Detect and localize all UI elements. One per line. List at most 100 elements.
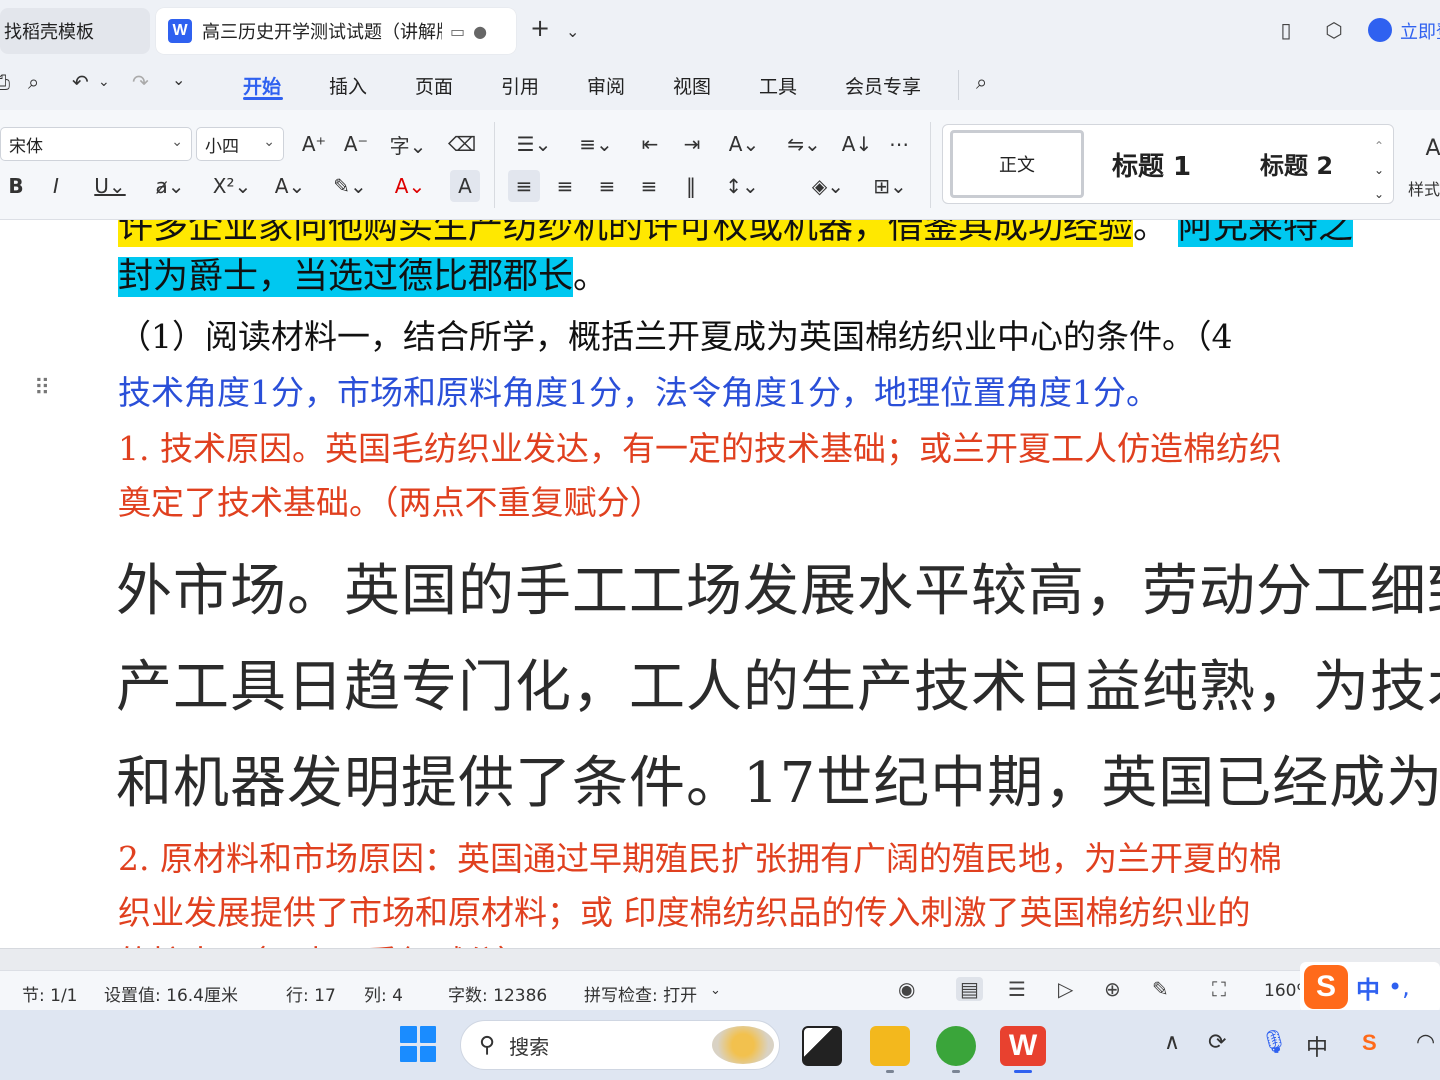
menu-home[interactable]: 开始 <box>243 72 281 99</box>
line-spacing-icon[interactable]: ↕⌄ <box>718 170 766 202</box>
tab-list-chevron-icon[interactable]: ⌄ <box>566 22 579 41</box>
grow-font-icon[interactable]: A⁺ <box>300 128 328 160</box>
highlight-icon[interactable]: ✎⌄ <box>326 170 374 202</box>
style-pane-icon[interactable]: A <box>1425 132 1440 164</box>
font-size-select[interactable]: 小四 ⌄ <box>196 127 284 161</box>
wps-office-icon[interactable]: W <box>1000 1026 1046 1066</box>
ime-mode[interactable]: 中 <box>1356 970 1380 1005</box>
menu-divider <box>958 70 959 100</box>
page-view-icon[interactable]: ▤ <box>956 977 983 1001</box>
shading-icon[interactable]: ◈⌄ <box>804 170 852 202</box>
tab-document[interactable]: W 高三历史开学测试试题（讲解版 ▭ ● <box>156 8 516 54</box>
styles-label[interactable]: 样式 <box>1408 176 1440 200</box>
monitor-icon[interactable]: ▭ <box>450 22 465 41</box>
status-word-count[interactable]: 字数: 12386 <box>448 981 547 1006</box>
sogou-logo-icon[interactable]: S <box>1304 965 1348 1009</box>
outline-view-icon[interactable]: ☰ <box>1008 977 1026 1001</box>
italic-icon[interactable]: I <box>44 170 68 202</box>
unsaved-dot-icon[interactable]: ● <box>473 22 487 41</box>
desktop-app-icon[interactable] <box>802 1026 842 1066</box>
show-marks-icon[interactable]: ⋯ <box>884 128 914 160</box>
menu-page[interactable]: 页面 <box>415 72 453 99</box>
user-avatar-icon[interactable] <box>1368 18 1392 42</box>
status-setting[interactable]: 设置值: 16.4厘米 <box>104 981 238 1006</box>
windows-start-icon[interactable] <box>400 1026 436 1062</box>
align-right-icon[interactable]: ≡ <box>592 170 622 202</box>
sync-icon[interactable]: ⟳ <box>1208 1030 1226 1055</box>
tray-overflow-icon[interactable]: ∧ <box>1164 1030 1180 1055</box>
justify-icon[interactable]: ≡ <box>634 170 664 202</box>
status-spellcheck[interactable]: 拼写检查: 打开 <box>584 981 697 1006</box>
align-left-icon[interactable]: ≡ <box>508 170 540 202</box>
ime-punct[interactable]: •, <box>1388 973 1410 1001</box>
clear-format-icon[interactable]: ⌫ <box>448 128 476 160</box>
tab-templates[interactable]: 找稻壳模板 <box>0 8 150 54</box>
undo-icon[interactable]: ↶ <box>72 70 89 94</box>
microphone-icon[interactable]: 🎙 <box>1260 1030 1288 1055</box>
numbered-list-icon[interactable]: ≡⌄ <box>574 128 618 160</box>
styles-expand-icon[interactable]: ⌄ <box>1372 178 1386 210</box>
wifi-icon[interactable]: ◠ <box>1416 1030 1435 1055</box>
text-effect-icon[interactable]: A⌄ <box>268 170 312 202</box>
paragraph-drag-handle-icon[interactable]: ⠿ <box>34 376 50 401</box>
style-heading-1[interactable]: 标题 1 <box>1112 146 1191 183</box>
menu-view[interactable]: 视图 <box>673 72 711 99</box>
underline-icon[interactable]: U⌄ <box>88 170 132 202</box>
borders-icon[interactable]: ⊞⌄ <box>866 170 914 202</box>
search-icon[interactable]: ⌕ <box>976 70 987 94</box>
menu-reference[interactable]: 引用 <box>501 72 539 99</box>
sogou-tray-icon[interactable]: S <box>1362 1030 1377 1056</box>
distribute-icon[interactable]: ‖ <box>676 170 706 202</box>
increase-indent-icon[interactable]: ⇥ <box>678 128 706 160</box>
chevron-down-icon[interactable]: ⌄ <box>710 983 721 998</box>
pen-icon[interactable]: ✎ <box>1152 977 1169 1001</box>
font-color-icon[interactable]: A⌄ <box>388 170 432 202</box>
style-heading-2[interactable]: 标题 2 <box>1260 146 1333 181</box>
file-explorer-icon[interactable] <box>870 1026 910 1066</box>
phonetic-guide-icon[interactable]: 字⌄ <box>386 128 430 160</box>
browser-icon[interactable] <box>936 1026 976 1066</box>
bidi-icon[interactable]: ⇋⌄ <box>782 128 826 160</box>
style-normal[interactable]: 正文 <box>950 130 1084 198</box>
ribbon-divider <box>930 122 931 208</box>
login-link[interactable]: 立即登录 <box>1400 18 1440 44</box>
cube-icon[interactable]: ⬡ <box>1320 16 1348 44</box>
embedded-text-image[interactable]: 外市场。英国的手工工场发展水平较高，劳动分工细致， 产工具日趋专门化，工人的生产… <box>112 536 1440 826</box>
more-chevron-icon[interactable]: ⌄ <box>172 70 185 89</box>
new-tab-button[interactable]: + <box>530 14 550 42</box>
print-preview-icon[interactable]: ⌕ <box>28 70 39 94</box>
sort-icon[interactable]: A↓ <box>842 128 872 160</box>
status-row[interactable]: 行: 17 <box>286 981 336 1006</box>
layout-toggle-icon[interactable]: ▯ <box>1272 16 1300 44</box>
fit-screen-icon[interactable]: ⛶ <box>1212 977 1226 1001</box>
web-view-icon[interactable]: ⊕ <box>1104 977 1121 1001</box>
redo-icon[interactable]: ↷ <box>132 70 149 94</box>
print-icon[interactable]: ⎙ <box>0 70 10 94</box>
menu-insert[interactable]: 插入 <box>329 72 367 99</box>
horizontal-scrollbar[interactable] <box>0 948 1440 970</box>
document-canvas[interactable]: 许多企业家向他购买生产纺纱机的许可权或机器，借鉴其成功经验。 阿克莱特之 封为爵士… <box>0 220 1440 948</box>
tray-ime-mode[interactable]: 中 <box>1306 1030 1328 1062</box>
search-highlight-icon <box>712 1026 774 1064</box>
decrease-indent-icon[interactable]: ⇤ <box>636 128 664 160</box>
status-col[interactable]: 列: 4 <box>364 981 403 1006</box>
ime-toolbar[interactable]: S 中 •, <box>1300 962 1440 1012</box>
strikethrough-icon[interactable]: ⱥ⌄ <box>148 170 192 202</box>
shrink-font-icon[interactable]: A⁻ <box>342 128 370 160</box>
menu-tools[interactable]: 工具 <box>759 72 797 99</box>
text-direction-icon[interactable]: A⌄ <box>720 128 768 160</box>
eye-protection-icon[interactable]: ◉ <box>898 977 915 1001</box>
status-bar: 节: 1/1 设置值: 16.4厘米 行: 17 列: 4 字数: 12386 … <box>0 970 1440 1010</box>
menu-member[interactable]: 会员专享 <box>845 72 921 99</box>
undo-chevron-icon[interactable]: ⌄ <box>98 74 110 90</box>
play-icon[interactable]: ▷ <box>1058 977 1073 1001</box>
bold-icon[interactable]: B <box>4 170 28 202</box>
font-name-select[interactable]: 宋体 ⌄ <box>0 127 192 161</box>
menu-review[interactable]: 审阅 <box>587 72 625 99</box>
question-text: （1）阅读材料一，结合所学，概括兰开夏成为英国棉纺织业中心的条件。（4 <box>118 317 1233 356</box>
align-center-icon[interactable]: ≡ <box>550 170 580 202</box>
status-section[interactable]: 节: 1/1 <box>22 981 78 1006</box>
char-shading-icon[interactable]: A <box>450 170 480 202</box>
superscript-icon[interactable]: X²⌄ <box>208 170 256 202</box>
bullet-list-icon[interactable]: ☰⌄ <box>512 128 556 160</box>
